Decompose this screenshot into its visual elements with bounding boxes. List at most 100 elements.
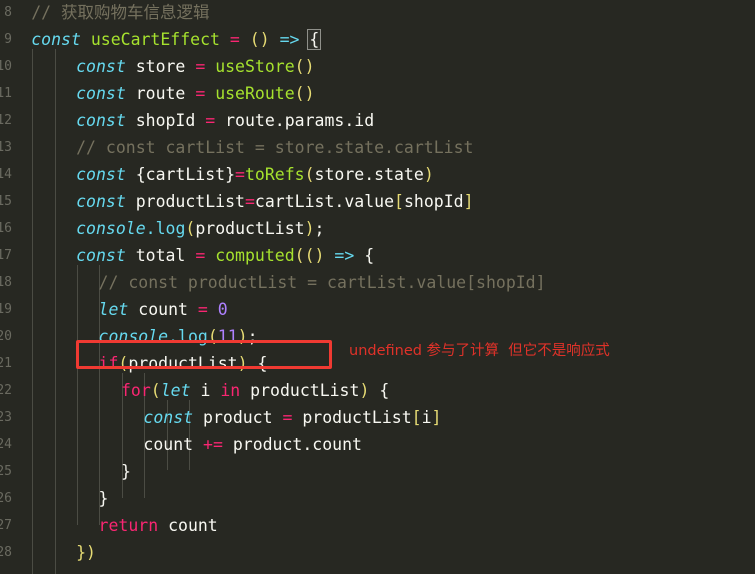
code-token: shopId: [125, 111, 206, 130]
code-token: in: [220, 381, 241, 400]
code-token: .log: [168, 327, 208, 346]
code-token: const: [76, 165, 126, 184]
code-token: {: [364, 246, 375, 265]
code-token: return: [98, 516, 159, 535]
line-number: 17: [0, 248, 12, 263]
line-number: 21: [0, 356, 12, 371]
line-number: 26: [0, 491, 12, 506]
line-number: 22: [0, 383, 12, 398]
code-token: productList: [125, 192, 245, 211]
code-token: (): [294, 84, 315, 103]
code-token: const: [76, 246, 126, 265]
code-token: (: [304, 165, 315, 184]
code-token: // 获取购物车信息逻辑: [31, 3, 210, 22]
code-token: =>: [279, 30, 300, 49]
code-token: {cartList}: [125, 165, 236, 184]
line-number: 20: [0, 329, 12, 344]
code-line[interactable]: }: [121, 458, 131, 485]
code-token: ): [304, 219, 315, 238]
line-number: 11: [0, 86, 12, 101]
indent-guide: [77, 265, 78, 525]
code-token: useStore: [215, 57, 295, 76]
line-number: 14: [0, 167, 12, 182]
code-token: const: [76, 192, 126, 211]
code-token: count: [128, 300, 198, 319]
line-number: 24: [0, 437, 12, 452]
code-token: route: [125, 84, 196, 103]
code-token: i: [421, 408, 432, 427]
code-token: const: [143, 408, 194, 427]
code-token: }: [120, 462, 131, 481]
code-token: route: [215, 111, 275, 130]
code-token: ]: [431, 408, 442, 427]
code-token: =: [244, 192, 255, 211]
code-token: ((: [294, 246, 315, 265]
code-token: for: [120, 381, 151, 400]
code-line[interactable]: const product = productList[i]: [143, 404, 441, 431]
code-token: (: [185, 219, 196, 238]
code-token: .id: [344, 111, 375, 130]
code-line[interactable]: // const cartList = store.state.cartList: [76, 134, 473, 161]
code-line[interactable]: if(productList) {: [99, 350, 268, 377]
code-token: // const productList = cartList.value[sh…: [98, 273, 546, 292]
code-token: (): [294, 57, 315, 76]
code-line[interactable]: const total = computed(() => {: [76, 242, 374, 269]
annotation-note-text: undefined 参与了计算 但它不是响应式: [349, 343, 610, 359]
code-token: ): [359, 381, 370, 400]
code-line[interactable]: // 获取购物车信息逻辑: [31, 0, 209, 26]
code-token: count: [158, 516, 218, 535]
code-token: const: [76, 111, 126, 130]
code-token: product: [193, 408, 283, 427]
code-line[interactable]: // const productList = cartList.value[sh…: [99, 269, 546, 296]
line-number: 15: [0, 194, 12, 209]
code-line[interactable]: }: [99, 485, 109, 512]
code-token: ;: [314, 219, 325, 238]
code-token: let: [98, 300, 129, 319]
code-line[interactable]: const store = useStore(): [76, 53, 314, 80]
code-token: productList: [292, 408, 412, 427]
code-editor[interactable]: 8 9 10 11 12 13 14 15 16 17 18 19 20 21 22 23 24 25 26 27 28…: [0, 0, 755, 574]
code-token: if: [98, 354, 119, 373]
code-token: 11: [217, 327, 238, 346]
code-token: =>: [334, 246, 355, 265]
line-number: 13: [0, 140, 12, 155]
code-token: productList: [195, 219, 305, 238]
code-token: computed: [215, 246, 295, 265]
code-token: (: [249, 30, 260, 49]
code-token: =: [195, 246, 206, 265]
code-token: =: [197, 300, 208, 319]
code-line[interactable]: count += product.count: [143, 431, 362, 458]
code-line[interactable]: const route = useRoute(): [76, 80, 314, 107]
code-line[interactable]: return count: [99, 512, 218, 539]
code-token: console: [98, 327, 169, 346]
code-token: }): [76, 543, 96, 562]
code-token: [: [411, 408, 422, 427]
code-token: ): [423, 165, 434, 184]
code-token: {: [379, 381, 390, 400]
code-line[interactable]: let count = 0: [99, 296, 228, 323]
code-line[interactable]: const productList=cartList.value[shopId]: [76, 188, 473, 215]
code-line[interactable]: console.log(productList);: [76, 215, 324, 242]
code-line[interactable]: for(let i in productList) {: [121, 377, 389, 404]
code-token: ): [237, 354, 248, 373]
line-number: 19: [0, 302, 12, 317]
code-line[interactable]: }): [76, 539, 96, 566]
code-line[interactable]: const {cartList}=toRefs(store.state): [76, 161, 434, 188]
code-line[interactable]: console.log(11);: [99, 323, 258, 350]
code-token: ): [314, 246, 325, 265]
code-line[interactable]: const useCartEffect = () => {: [31, 26, 322, 53]
line-number: 25: [0, 464, 12, 479]
line-number: 28: [0, 545, 12, 560]
code-line[interactable]: const shopId = route.params.id: [76, 107, 374, 134]
code-token: const: [76, 84, 126, 103]
code-token: =: [195, 57, 206, 76]
code-token: {: [257, 354, 268, 373]
code-token: ]: [463, 192, 474, 211]
